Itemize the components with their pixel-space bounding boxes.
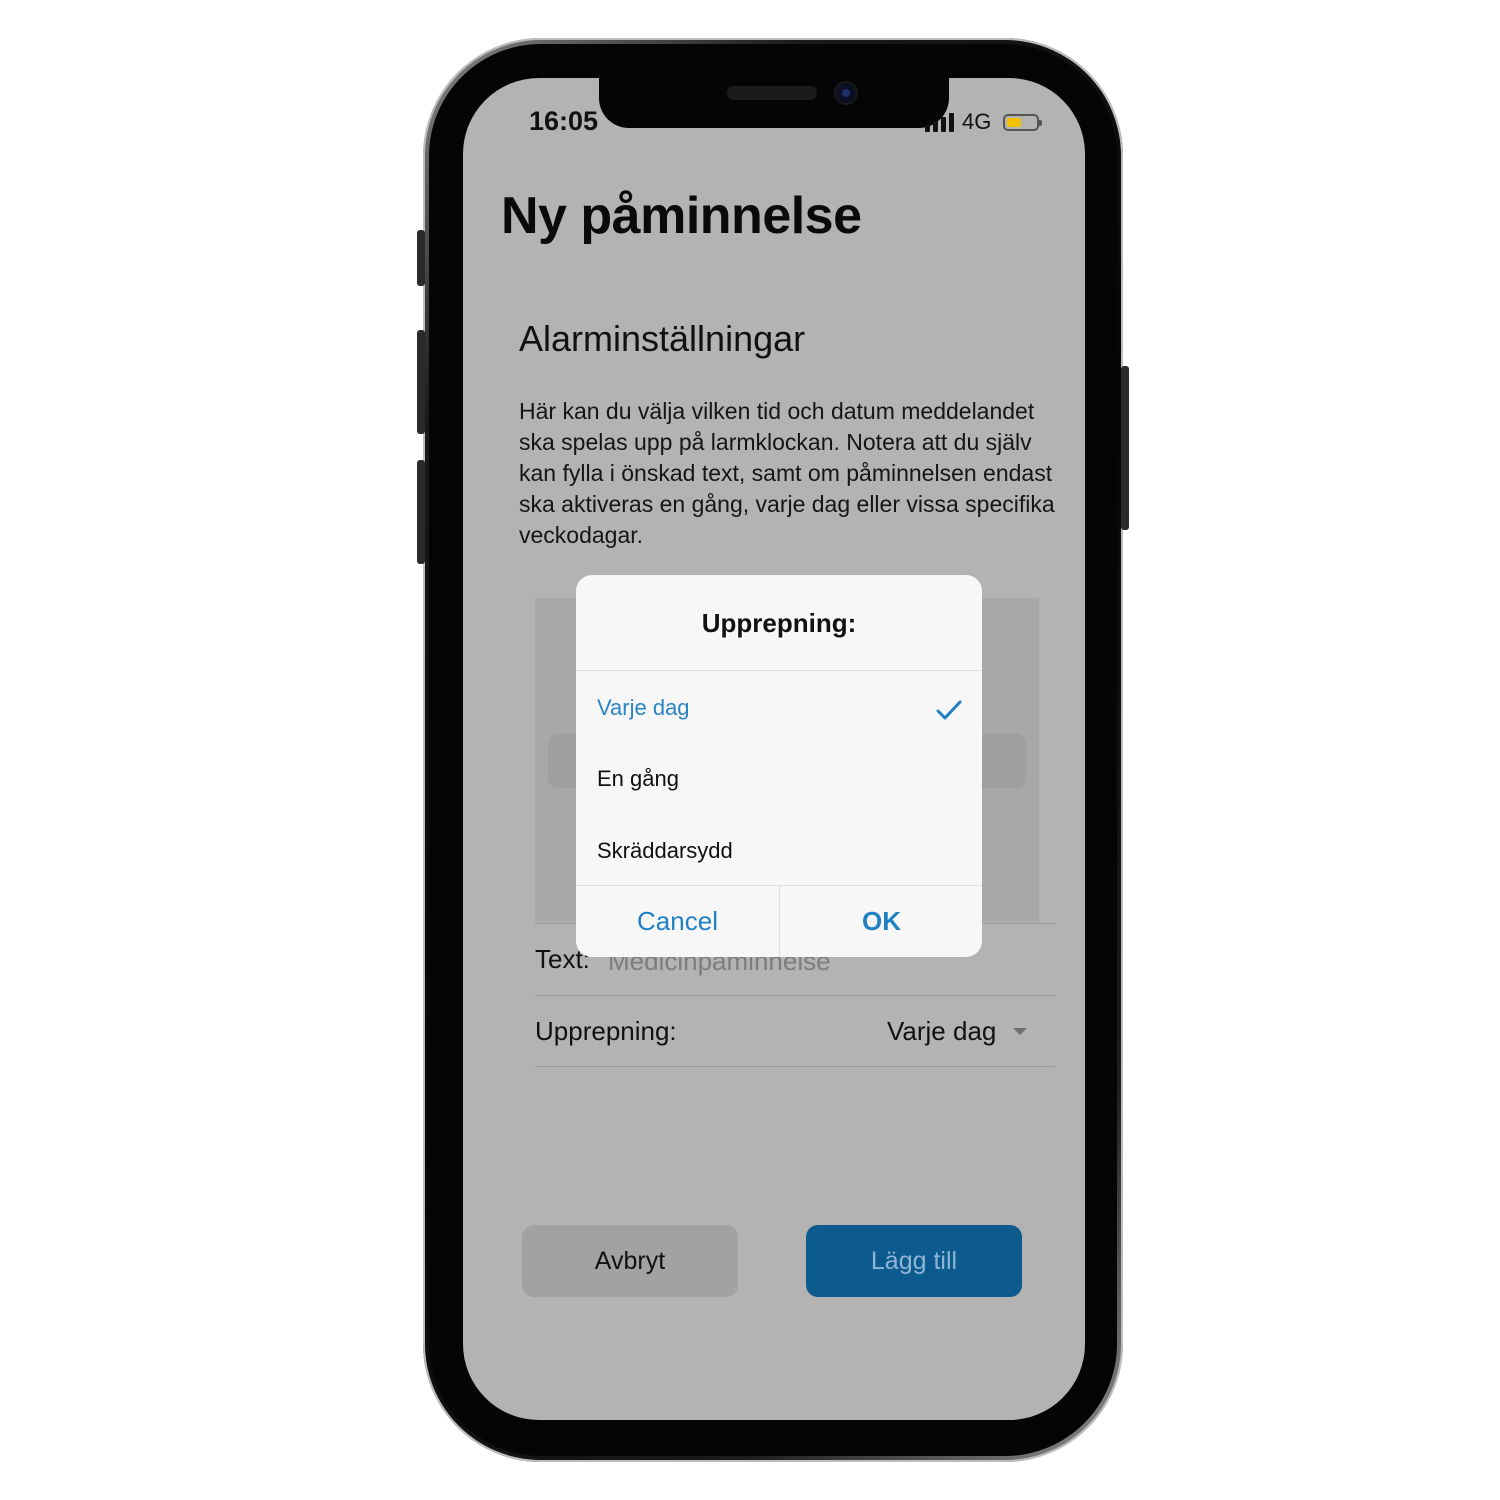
chevron-down-icon[interactable]	[1013, 1028, 1027, 1035]
section-description: Här kan du välja vilken tid och datum me…	[519, 398, 1055, 548]
status-time: 16:05	[529, 106, 599, 136]
divider	[535, 1066, 1055, 1067]
battery-icon	[1003, 113, 1043, 131]
option-label: Varje dag	[597, 695, 690, 720]
option-once[interactable]: En gång	[576, 748, 982, 808]
volume-up-button	[417, 330, 425, 434]
dialog-ok-button[interactable]: OK	[779, 886, 982, 957]
signal-bars-icon	[925, 112, 954, 132]
add-button[interactable]: Lägg till	[806, 1225, 1022, 1297]
repeat-dialog: Upprepning: Varje dag En gång Skräddarsy…	[576, 575, 982, 957]
section-title: Alarminställningar	[519, 318, 806, 359]
network-type: 4G	[962, 109, 992, 134]
option-label: Skräddarsydd	[597, 838, 733, 863]
dialog-cancel-button[interactable]: Cancel	[576, 886, 779, 957]
dialog-actions: Cancel OK	[576, 886, 982, 957]
power-button	[1121, 366, 1129, 530]
volume-down-button	[417, 460, 425, 564]
checkmark-icon	[936, 700, 962, 720]
cancel-button[interactable]: Avbryt	[522, 1225, 738, 1297]
speaker-grille	[727, 86, 817, 100]
front-camera-icon	[836, 83, 856, 103]
notch	[599, 78, 949, 128]
repeat-label: Upprepning:	[535, 1016, 677, 1046]
page-title: Ny påminnelse	[501, 187, 862, 245]
option-every-day[interactable]: Varje dag	[576, 677, 982, 737]
dialog-title: Upprepning:	[701, 608, 857, 638]
repeat-dropdown[interactable]: Varje dag	[887, 1016, 996, 1047]
divider	[535, 995, 1055, 996]
mute-switch	[417, 230, 425, 286]
dialog-divider	[576, 670, 982, 671]
status-indicators: 4G	[925, 109, 1043, 135]
option-label: En gång	[597, 766, 679, 791]
option-custom[interactable]: Skräddarsydd	[576, 820, 982, 880]
